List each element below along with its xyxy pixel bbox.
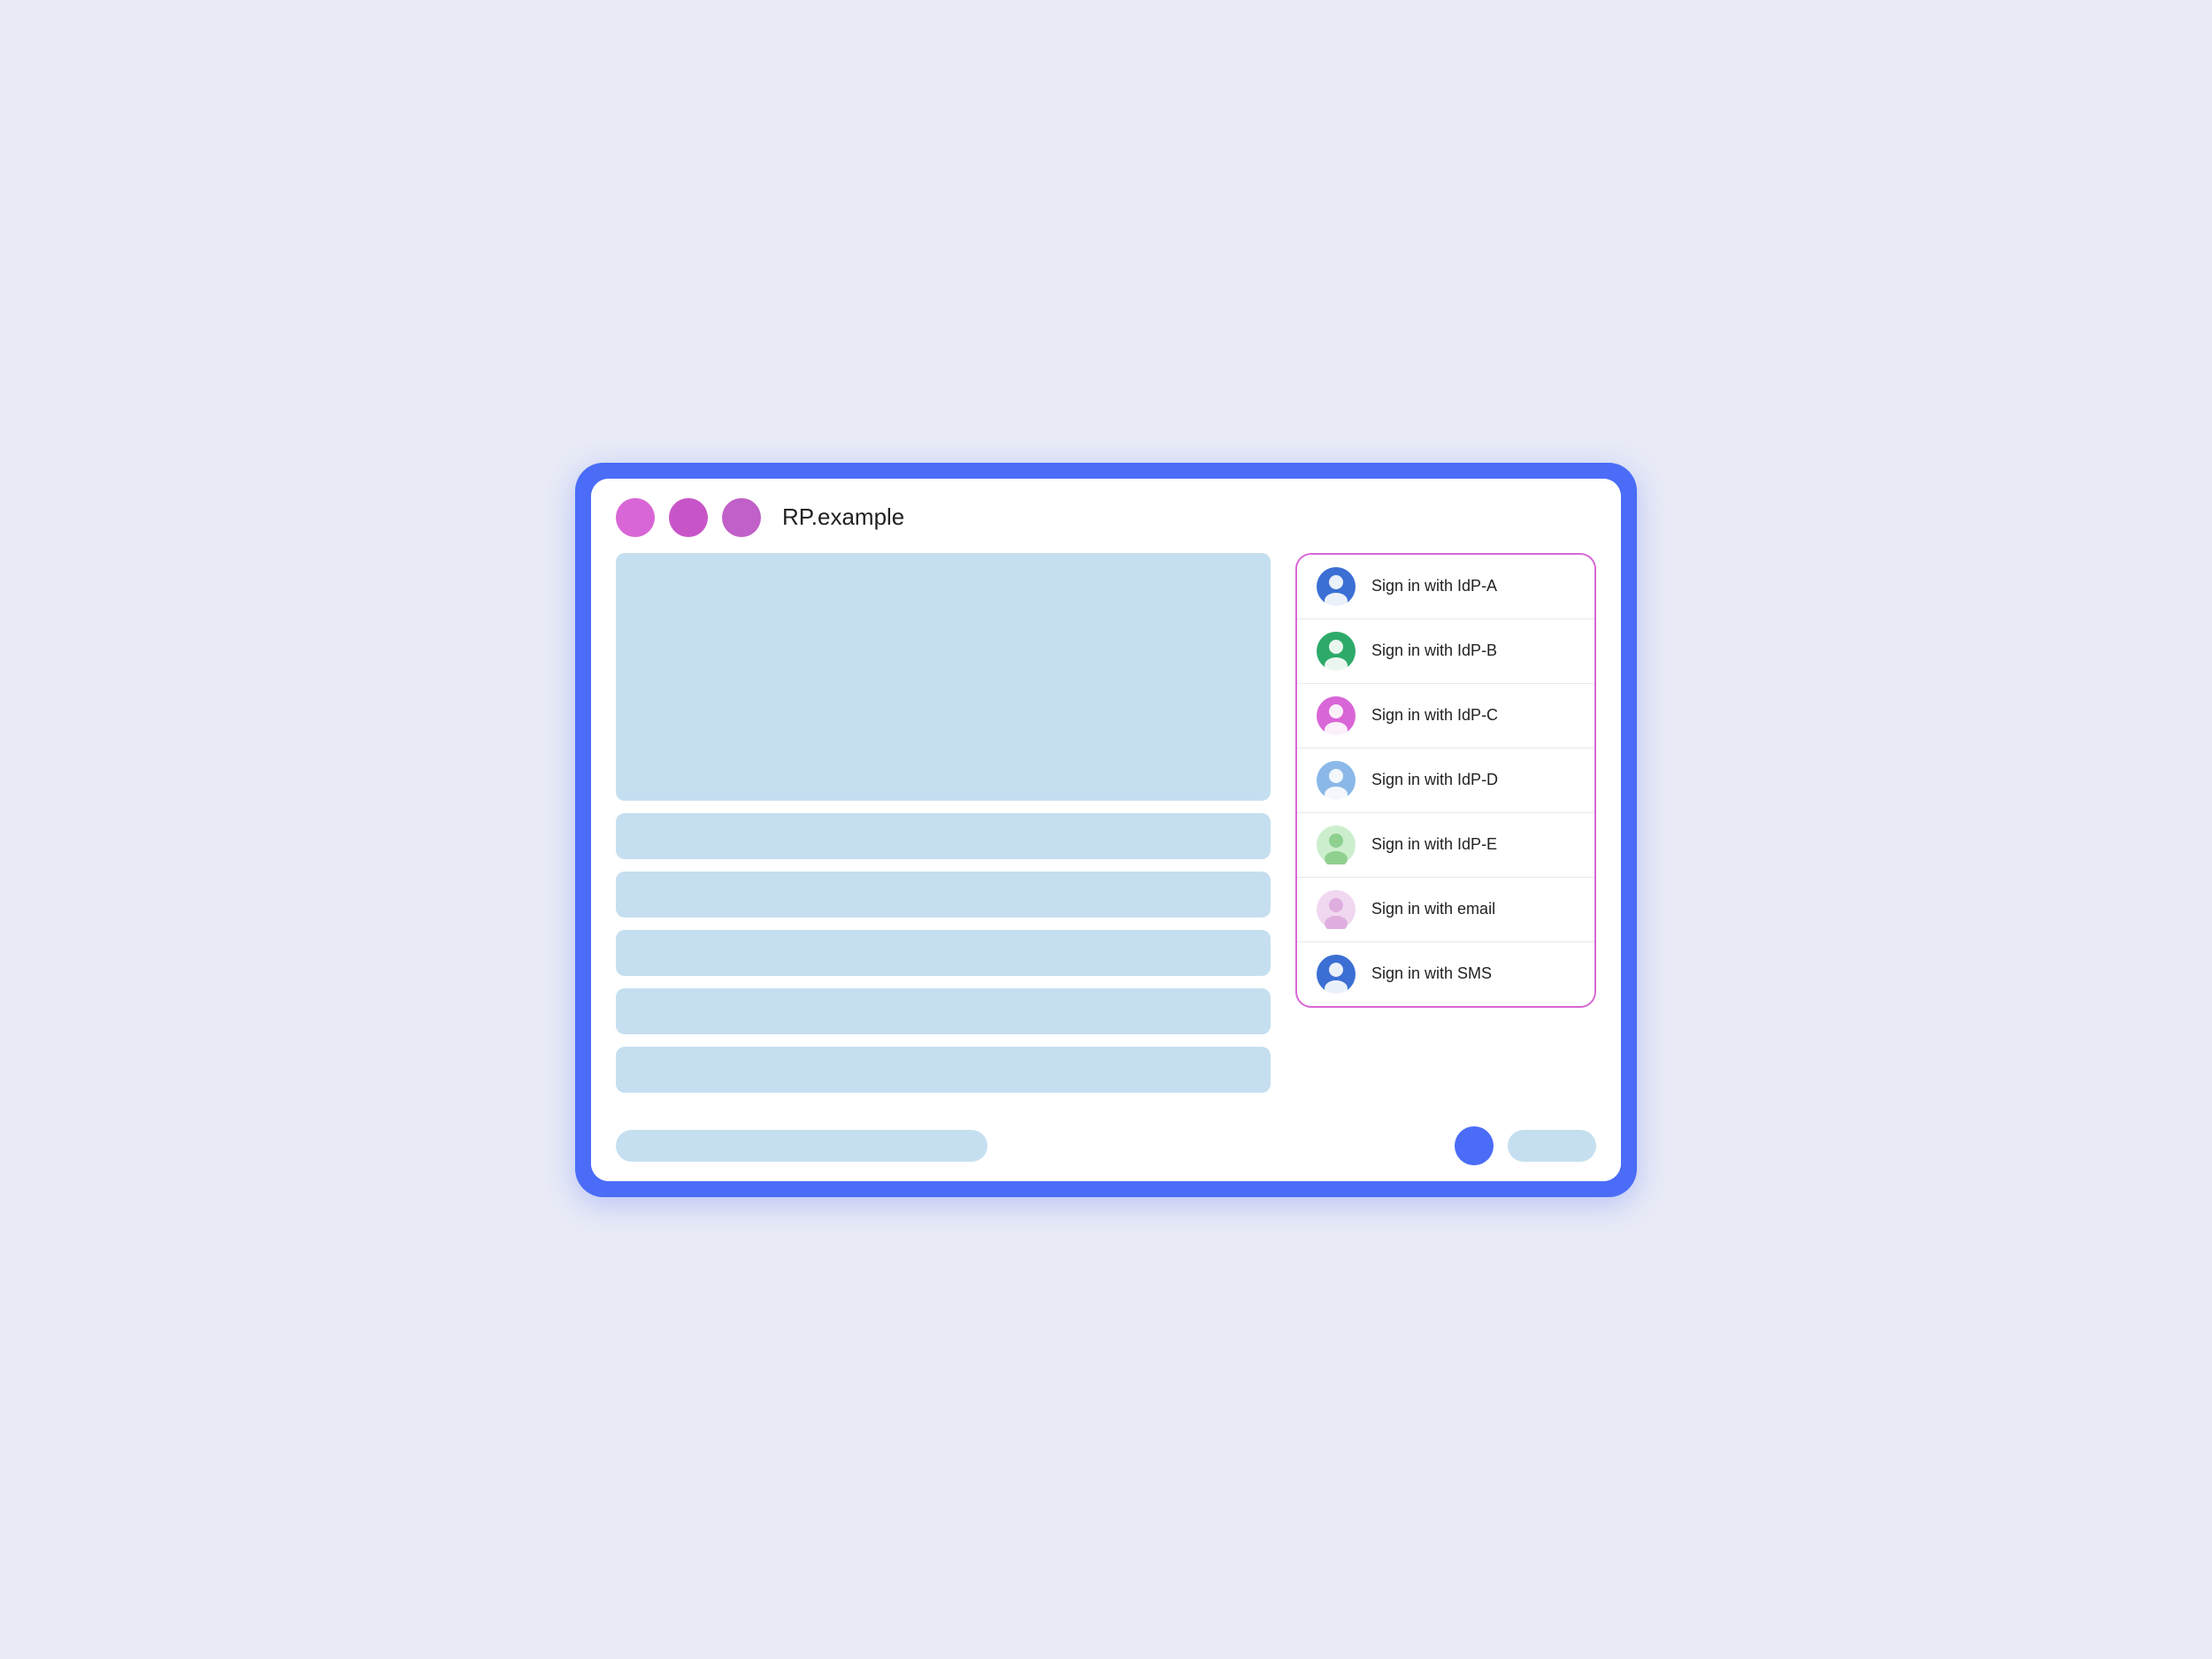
avatar-icon-email [1317,890,1356,929]
signin-item-idp-c[interactable]: Sign in with IdP-C [1297,684,1594,749]
window-dot-1 [616,498,655,537]
signin-item-idp-e[interactable]: Sign in with IdP-E [1297,813,1594,878]
signin-label-sms: Sign in with SMS [1371,964,1492,983]
browser-window: RP.example [575,463,1637,1197]
signin-item-idp-d[interactable]: Sign in with IdP-D [1297,749,1594,813]
signin-item-idp-b[interactable]: Sign in with IdP-B [1297,619,1594,684]
browser-content: Sign in with IdP-A Sign in with IdP-B [591,553,1621,1114]
site-title: RP.example [782,503,904,531]
content-block-row-1 [616,813,1271,859]
avatar-icon-idp-b [1317,632,1356,671]
signin-label-idp-e: Sign in with IdP-E [1371,835,1497,854]
avatar-icon-idp-a [1317,567,1356,606]
avatar-icon-idp-e [1317,826,1356,864]
right-panel: Sign in with IdP-A Sign in with IdP-B [1295,553,1596,1008]
avatar-icon-idp-c [1317,696,1356,735]
browser-footer [591,1114,1621,1181]
window-dot-3 [722,498,761,537]
content-block-large [616,553,1271,801]
content-block-row-2 [616,872,1271,918]
signin-card: Sign in with IdP-A Sign in with IdP-B [1295,553,1596,1008]
avatar-icon-sms [1317,955,1356,994]
signin-item-sms[interactable]: Sign in with SMS [1297,942,1594,1006]
footer-dot [1455,1126,1494,1165]
signin-label-idp-b: Sign in with IdP-B [1371,641,1497,660]
signin-label-idp-d: Sign in with IdP-D [1371,771,1498,789]
signin-label-email: Sign in with email [1371,900,1495,918]
signin-label-idp-a: Sign in with IdP-A [1371,577,1497,595]
browser-header: RP.example [591,479,1621,553]
footer-pill [1508,1130,1596,1162]
content-block-row-3 [616,930,1271,976]
browser-inner: RP.example [591,479,1621,1181]
content-block-row-5 [616,1047,1271,1093]
left-panel [616,553,1271,1093]
footer-address-bar [616,1130,987,1162]
signin-item-email[interactable]: Sign in with email [1297,878,1594,942]
content-block-row-4 [616,988,1271,1034]
signin-label-idp-c: Sign in with IdP-C [1371,706,1498,725]
window-dot-2 [669,498,708,537]
avatar-icon-idp-d [1317,761,1356,800]
signin-item-idp-a[interactable]: Sign in with IdP-A [1297,555,1594,619]
